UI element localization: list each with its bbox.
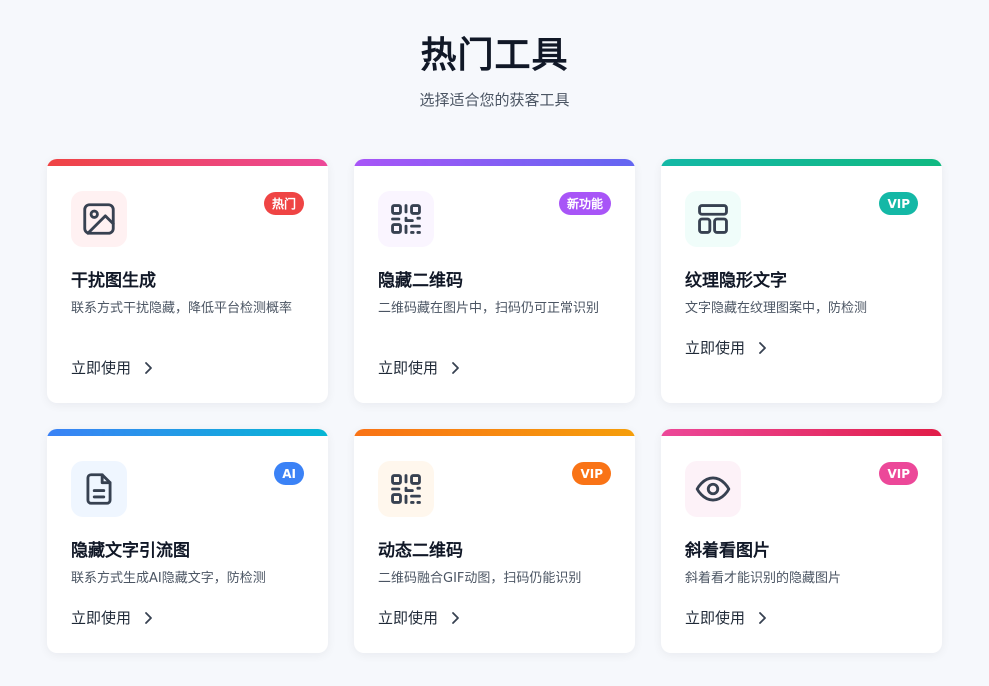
use-now-label: 立即使用: [685, 339, 746, 357]
card-title: 干扰图生成: [71, 271, 156, 291]
card-accent-bar: [47, 159, 328, 166]
tools-grid: 热门 干扰图生成 联系方式干扰隐藏，降低平台检测概率 立即使用 新功能 隐藏二维…: [47, 159, 942, 653]
tool-card-dynamic-qr[interactable]: VIP 动态二维码 二维码融合GIF动图，扫码仍能识别 立即使用: [354, 429, 635, 653]
eye-icon: [695, 476, 731, 502]
image-icon: [83, 203, 115, 235]
chevron-right-icon: [452, 611, 459, 624]
use-now-label: 立即使用: [378, 359, 439, 377]
card-accent-bar: [661, 159, 942, 166]
card-title: 隐藏文字引流图: [71, 541, 190, 561]
card-title: 纹理隐形文字: [685, 271, 787, 291]
card-title: 动态二维码: [378, 541, 463, 561]
use-now-link[interactable]: 立即使用: [378, 607, 460, 628]
card-icon-box: [685, 461, 741, 517]
chevron-right-icon: [452, 361, 459, 374]
use-now-label: 立即使用: [71, 609, 132, 627]
qr-code-icon: [391, 474, 421, 504]
tool-card-texture-text[interactable]: VIP 纹理隐形文字 文字隐藏在纹理图案中，防检测 立即使用: [661, 159, 942, 403]
chevron-right-icon: [759, 611, 766, 624]
card-description: 二维码融合GIF动图，扫码仍能识别: [378, 571, 582, 586]
tool-card-hidden-text[interactable]: AI 隐藏文字引流图 联系方式生成AI隐藏文字，防检测 立即使用: [47, 429, 328, 653]
card-icon-box: [71, 461, 127, 517]
tool-card-oblique-view[interactable]: VIP 斜着看图片 斜着看才能识别的隐藏图片 立即使用: [661, 429, 942, 653]
tool-card-hidden-qr[interactable]: 新功能 隐藏二维码 二维码藏在图片中，扫码仍可正常识别 立即使用: [354, 159, 635, 403]
card-description: 斜着看才能识别的隐藏图片: [685, 571, 842, 586]
page-title: 热门工具: [420, 35, 569, 76]
use-now-link[interactable]: 立即使用: [685, 607, 767, 628]
use-now-link[interactable]: 立即使用: [71, 357, 153, 378]
card-accent-bar: [47, 429, 328, 436]
card-description: 联系方式生成AI隐藏文字，防检测: [71, 571, 266, 586]
use-now-link[interactable]: 立即使用: [378, 357, 460, 378]
status-badge: 热门: [263, 192, 304, 215]
card-description: 文字隐藏在纹理图案中，防检测: [685, 301, 868, 316]
document-icon: [86, 473, 112, 505]
card-title: 斜着看图片: [685, 541, 770, 561]
chevron-right-icon: [145, 611, 152, 624]
card-description: 联系方式干扰隐藏，降低平台检测概率: [71, 301, 293, 316]
card-accent-bar: [354, 159, 635, 166]
card-accent-bar: [661, 429, 942, 436]
use-now-label: 立即使用: [378, 609, 439, 627]
status-badge: 新功能: [558, 192, 611, 215]
chevron-right-icon: [759, 341, 766, 354]
card-icon-box: [685, 191, 741, 247]
card-icon-box: [378, 191, 434, 247]
use-now-label: 立即使用: [685, 609, 746, 627]
card-title: 隐藏二维码: [378, 271, 463, 291]
page-subtitle: 选择适合您的获客工具: [419, 91, 570, 109]
use-now-link[interactable]: 立即使用: [685, 337, 767, 358]
use-now-link[interactable]: 立即使用: [71, 607, 153, 628]
status-badge: VIP: [879, 192, 918, 215]
qr-code-icon: [391, 204, 421, 234]
card-description: 二维码藏在图片中，扫码仍可正常识别: [378, 301, 600, 316]
card-icon-box: [71, 191, 127, 247]
status-badge: AI: [274, 462, 304, 485]
layout-icon: [698, 204, 728, 234]
status-badge: VIP: [879, 462, 918, 485]
tool-card-interference-image[interactable]: 热门 干扰图生成 联系方式干扰隐藏，降低平台检测概率 立即使用: [47, 159, 328, 403]
status-badge: VIP: [572, 462, 611, 485]
card-icon-box: [378, 461, 434, 517]
chevron-right-icon: [145, 361, 152, 374]
use-now-label: 立即使用: [71, 359, 132, 377]
card-accent-bar: [354, 429, 635, 436]
